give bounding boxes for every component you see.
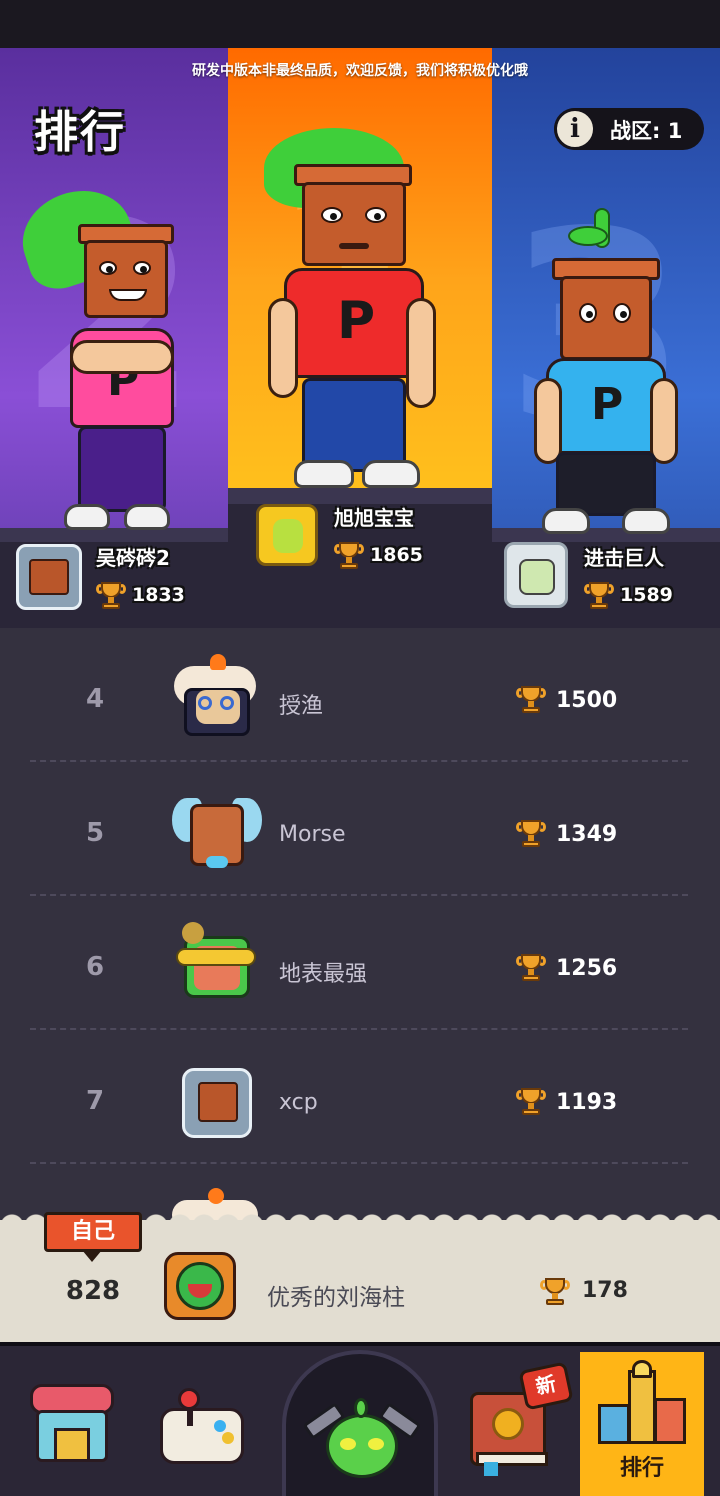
player-name: xcp (279, 1090, 318, 1115)
gamepad-icon (160, 1388, 246, 1468)
player-avatar[interactable] (176, 1062, 256, 1142)
bottom-nav: 新 排行 (0, 1342, 720, 1496)
player-avatar[interactable] (174, 654, 256, 740)
zone-selector[interactable]: i 战区: 1 (554, 108, 704, 150)
rank-number: 6 (85, 952, 105, 982)
player-name: Morse (279, 822, 346, 847)
player-name: 地表最强 (279, 962, 368, 987)
nav-ranking-label: 排行 (619, 1456, 664, 1481)
ranking-list[interactable]: 4 授渔 1500 5 Morse 1349 6 地表最强 1256 7 xcp… (0, 628, 720, 1228)
zone-label: 战区: 1 (610, 119, 683, 143)
nav-games[interactable] (150, 1354, 260, 1496)
page-title: 排行 (34, 107, 126, 158)
self-score: 178 (582, 1278, 628, 1303)
player-name-second: 吴硶硶2 (96, 546, 170, 570)
row-divider (30, 894, 688, 896)
player-score: 1349 (556, 822, 618, 847)
rank-number: 7 (85, 1086, 105, 1116)
self-rank-number: 828 (65, 1276, 121, 1306)
rank-number: 5 (85, 818, 105, 848)
self-player-name: 优秀的刘海柱 (267, 1285, 405, 1311)
trophy-icon (516, 1088, 546, 1116)
rank-number: 4 (85, 684, 105, 714)
trophy-icon (540, 1278, 570, 1306)
nav-ranking[interactable]: 排行 (580, 1352, 704, 1496)
player-score-first: 1865 (370, 544, 423, 566)
shop-icon (30, 1384, 114, 1470)
trophy-icon (516, 820, 546, 848)
avatar-first-place[interactable] (256, 504, 318, 566)
trophy-icon (96, 582, 126, 610)
dev-notice: 研发中版本非最终品质，欢迎反馈，我们将积极优化哦 (192, 63, 528, 79)
nav-shop[interactable] (20, 1354, 130, 1496)
player-name: 授渔 (279, 694, 324, 719)
avatar-second-place[interactable] (16, 544, 82, 610)
player-avatar[interactable] (176, 922, 256, 1008)
row-divider (30, 1162, 688, 1164)
character-second-place[interactable]: P (10, 177, 210, 538)
trophy-icon (584, 582, 614, 610)
battle-sprout-icon (302, 1392, 422, 1482)
trophy-icon (516, 686, 546, 714)
player-name-third: 进击巨人 (584, 546, 664, 570)
nav-battle[interactable] (282, 1350, 438, 1496)
self-badge-pointer (82, 1250, 102, 1262)
trophy-icon (516, 954, 546, 982)
list-item[interactable]: 5 Morse 1349 (0, 766, 720, 900)
player-name-first: 旭旭宝宝 (334, 506, 414, 530)
character-first-place[interactable]: P (262, 128, 462, 508)
list-item[interactable]: 6 地表最强 1256 (0, 900, 720, 1034)
info-icon[interactable]: i (554, 108, 596, 150)
player-score: 1500 (556, 688, 618, 713)
row-divider (30, 1028, 688, 1030)
status-bar (0, 0, 720, 48)
self-badge: 自己 (44, 1212, 142, 1252)
player-score: 1256 (556, 956, 618, 981)
trophy-icon (334, 542, 364, 570)
player-avatar[interactable] (172, 794, 262, 874)
row-divider (30, 760, 688, 762)
player-score: 1193 (556, 1090, 618, 1115)
self-avatar[interactable] (162, 1248, 238, 1324)
avatar-third-place[interactable] (504, 542, 568, 608)
player-score-third: 1589 (620, 584, 673, 606)
player-score-second: 1833 (132, 584, 185, 606)
ranking-icon (596, 1360, 688, 1446)
list-item[interactable]: 7 xcp 1193 (0, 1034, 720, 1168)
character-third-place[interactable]: P (530, 208, 690, 538)
list-item[interactable]: 4 授渔 1500 (0, 632, 720, 766)
